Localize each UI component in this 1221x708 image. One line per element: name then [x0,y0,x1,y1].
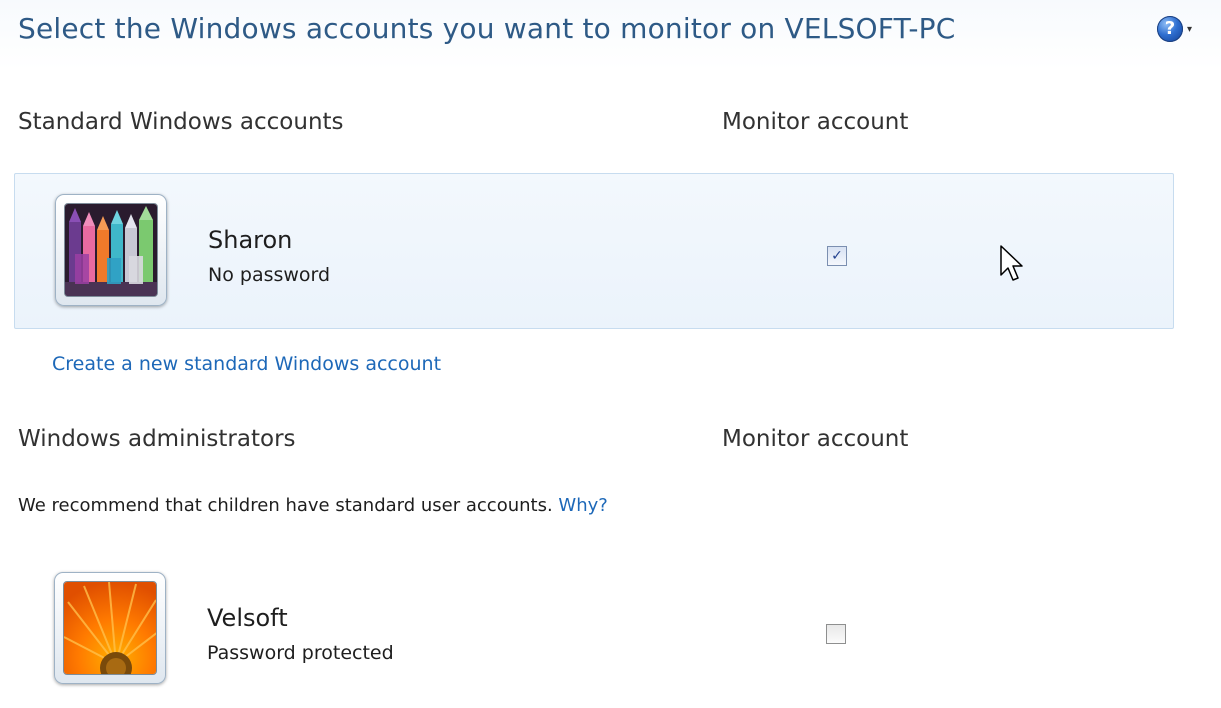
account-status: Password protected [207,642,394,664]
account-status: No password [208,264,331,286]
monitor-checkbox-velsoft[interactable] [826,624,846,644]
account-name: Sharon [208,226,293,254]
administrators-heading: Windows administrators [18,426,296,452]
help-button[interactable]: ? ▾ [1157,14,1205,44]
avatar [54,572,166,684]
recommendation-message: We recommend that children have standard… [18,495,553,516]
crayons-picture [64,203,158,297]
page-title: Select the Windows accounts you want to … [18,12,956,45]
why-link[interactable]: Why? [558,495,607,516]
mouse-cursor-icon [1000,245,1024,283]
orange-flower-picture [63,581,157,675]
monitor-account-column-header-admin: Monitor account [722,426,909,452]
help-icon: ? [1157,16,1183,42]
standard-accounts-heading: Standard Windows accounts [18,109,344,135]
monitor-checkbox-sharon[interactable]: ✓ [827,246,847,266]
recommendation-text: We recommend that children have standard… [18,495,608,516]
monitor-account-column-header: Monitor account [722,109,909,135]
check-mark-icon: ✓ [831,248,843,264]
chevron-down-icon: ▾ [1187,23,1193,35]
account-name: Velsoft [207,604,288,632]
create-standard-account-link[interactable]: Create a new standard Windows account [52,353,441,375]
avatar [55,194,167,306]
account-row-velsoft[interactable]: Velsoft Password protected [14,552,1174,708]
